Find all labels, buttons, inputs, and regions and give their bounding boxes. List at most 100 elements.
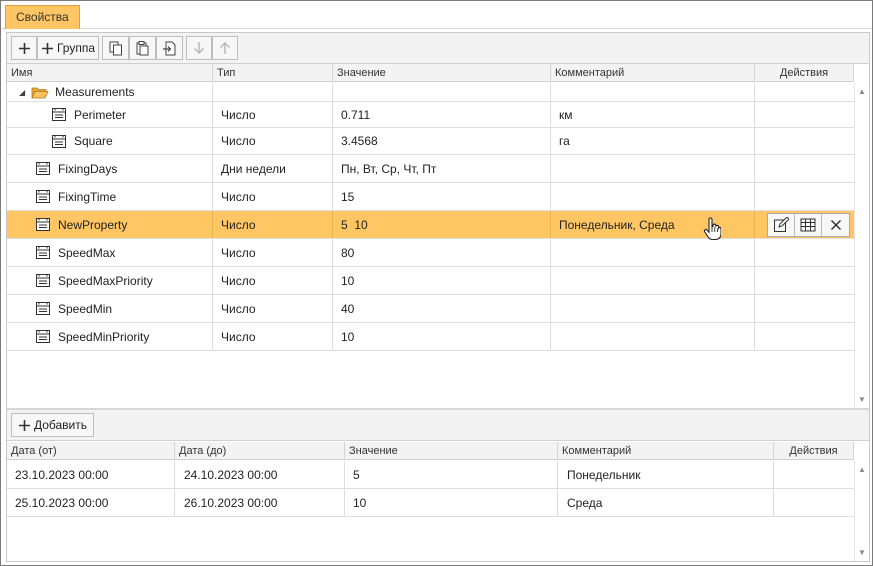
scroll-up-icon[interactable]: ▲: [858, 87, 866, 96]
tree-group-row[interactable]: ◢ Measurements: [7, 83, 854, 102]
paste-icon: [136, 40, 148, 55]
property-comment: [551, 295, 755, 322]
values-toolbar: Добавить: [7, 410, 869, 441]
column-value[interactable]: Значение: [333, 64, 551, 82]
column-date-from[interactable]: Дата (от): [7, 442, 175, 460]
property-name: SpeedMax: [58, 245, 116, 260]
property-name: SpeedMinPriority: [58, 329, 150, 344]
move-down-button[interactable]: [186, 36, 212, 60]
delete-button[interactable]: [822, 214, 849, 236]
property-comment: [551, 239, 755, 266]
property-value: 10: [333, 267, 551, 294]
add-value-label: Добавить: [33, 418, 88, 432]
property-actions-cell: [755, 267, 854, 294]
value-date-to: 24.10.2023 00:00: [175, 461, 345, 488]
move-up-button[interactable]: [212, 36, 238, 60]
property-type: Число: [213, 128, 333, 154]
value-actions-cell: [774, 489, 854, 516]
expand-triangle-icon[interactable]: ◢: [19, 88, 25, 97]
tab-properties[interactable]: Свойства: [5, 5, 80, 29]
values-header: Дата (от) Дата (до) Значение Комментарий…: [7, 442, 854, 460]
property-value: 80: [333, 239, 551, 266]
property-name: Square: [74, 134, 113, 148]
column-comment[interactable]: Комментарий: [558, 442, 774, 460]
property-name: FixingDays: [58, 161, 118, 176]
property-row[interactable]: FixingDays Дни недели Пн, Вт, Ср, Чт, Пт: [7, 155, 854, 183]
properties-scrollbar[interactable]: ▲ ▼: [854, 83, 869, 408]
property-row[interactable]: Square Число 3.4568 га: [7, 128, 854, 155]
value-actions-cell: [774, 461, 854, 488]
tab-strip: Свойства: [1, 1, 872, 29]
value-date-to: 26.10.2023 00:00: [175, 489, 345, 516]
column-name[interactable]: Имя: [7, 64, 213, 82]
property-icon: [36, 190, 50, 203]
close-icon: [830, 219, 841, 231]
column-comment[interactable]: Комментарий: [551, 64, 755, 82]
values-scrollbar[interactable]: ▲ ▼: [854, 461, 869, 561]
property-type: Число: [213, 102, 333, 127]
property-name: NewProperty: [58, 217, 128, 232]
property-icon: [52, 108, 66, 121]
scroll-down-icon[interactable]: ▼: [858, 395, 866, 404]
property-value: 15: [333, 183, 551, 210]
value-row[interactable]: 23.10.2023 00:00 24.10.2023 00:00 5 Понедел…: [7, 461, 854, 489]
add-property-button[interactable]: [11, 36, 37, 60]
property-type: Число: [213, 183, 333, 210]
plus-icon: [18, 42, 30, 54]
copy-button[interactable]: [102, 36, 129, 60]
arrow-down-icon: [194, 42, 204, 54]
property-type: Число: [213, 295, 333, 322]
property-icon: [36, 274, 50, 287]
import-button[interactable]: [156, 36, 183, 60]
value-comment: Среда: [558, 489, 774, 516]
copy-icon: [109, 41, 122, 55]
hand-cursor-icon: [703, 217, 721, 241]
column-value[interactable]: Значение: [345, 442, 558, 460]
property-actions-cell: [755, 102, 854, 127]
add-value-button[interactable]: Добавить: [11, 413, 94, 437]
folder-icon: [31, 87, 49, 98]
property-comment: км: [551, 102, 755, 127]
properties-window: Свойства Группа Имя Тип Значение Коммент…: [0, 0, 873, 566]
property-row[interactable]: Perimeter Число 0.711 км: [7, 102, 854, 128]
property-row[interactable]: SpeedMin Число 40: [7, 295, 854, 323]
property-name: FixingTime: [58, 189, 117, 204]
property-comment: [551, 183, 755, 210]
scroll-down-icon[interactable]: ▼: [858, 548, 866, 557]
table-icon: [800, 218, 816, 232]
property-type: Число: [213, 239, 333, 266]
property-row[interactable]: FixingTime Число 15: [7, 183, 854, 211]
column-actions: Действия: [774, 442, 854, 460]
property-value: 0.711: [333, 102, 551, 127]
table-button[interactable]: [795, 214, 822, 236]
edit-icon: [774, 217, 789, 232]
property-row[interactable]: SpeedMax Число 80: [7, 239, 854, 267]
property-type: Число: [213, 323, 333, 350]
property-actions-cell: [755, 295, 854, 322]
arrow-up-icon: [220, 42, 230, 54]
value-row[interactable]: 25.10.2023 00:00 26.10.2023 00:00 10 Среда: [7, 489, 854, 517]
property-row[interactable]: SpeedMaxPriority Число 10: [7, 267, 854, 295]
value-date-from: 23.10.2023 00:00: [7, 461, 175, 488]
property-icon: [36, 218, 50, 231]
property-icon: [36, 162, 50, 175]
property-row-selected[interactable]: NewProperty Число 5 10 Понедельник, Среда: [7, 211, 854, 239]
edit-button[interactable]: [768, 214, 795, 236]
value-amount: 10: [345, 489, 558, 516]
plus-icon: [41, 42, 53, 54]
row-actions: [767, 213, 850, 237]
column-date-to[interactable]: Дата (до): [175, 442, 345, 460]
group-name: Measurements: [55, 85, 135, 99]
column-type[interactable]: Тип: [213, 64, 333, 82]
property-name: Perimeter: [74, 107, 127, 122]
properties-header: Имя Тип Значение Комментарий Действия: [7, 64, 854, 82]
plus-icon: [18, 419, 30, 431]
property-value: 10: [333, 323, 551, 350]
property-name: SpeedMin: [58, 301, 113, 316]
property-value: 40: [333, 295, 551, 322]
property-row[interactable]: SpeedMinPriority Число 10: [7, 323, 854, 351]
value-date-from: 25.10.2023 00:00: [7, 489, 175, 516]
add-group-button[interactable]: Группа: [37, 36, 99, 60]
scroll-up-icon[interactable]: ▲: [858, 465, 866, 474]
paste-button[interactable]: [129, 36, 156, 60]
